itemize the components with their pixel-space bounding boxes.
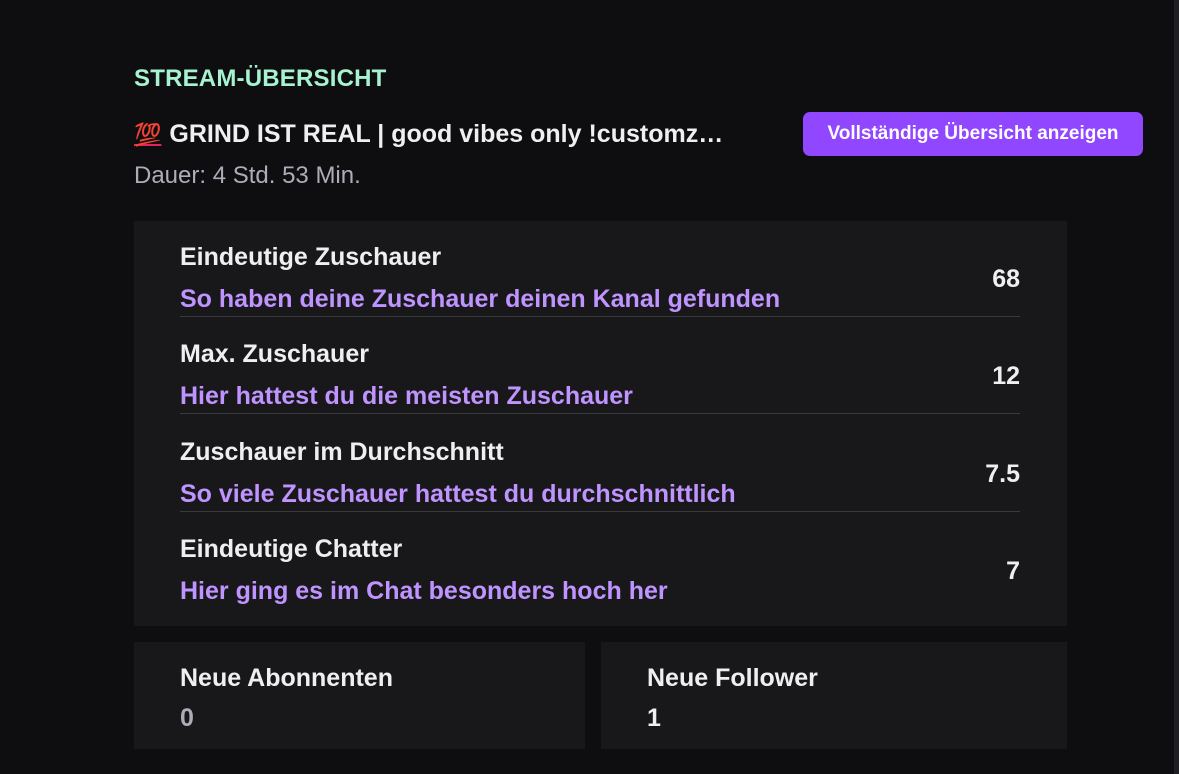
new-followers-label: Neue Follower (647, 664, 818, 692)
section-label: STREAM-ÜBERSICHT (134, 65, 387, 92)
divider (180, 316, 1020, 317)
title-row: 💯 GRIND IST REAL | good vibes only !custo… (134, 112, 1144, 156)
stat-row-average-viewers: Zuschauer im Durchschnitt So viele Zusch… (180, 416, 1020, 512)
stat-link[interactable]: Hier hattest du die meisten Zuschauer (180, 382, 633, 411)
full-overview-button[interactable]: Vollständige Übersicht anzeigen (803, 112, 1143, 156)
stream-duration: Dauer: 4 Std. 53 Min. (134, 162, 361, 189)
stat-name: Eindeutige Chatter (180, 535, 403, 563)
stat-name: Eindeutige Zuschauer (180, 243, 442, 271)
new-subscribers-label: Neue Abonnenten (180, 664, 393, 692)
stat-value: 7.5 (985, 460, 1020, 488)
stat-name: Zuschauer im Durchschnitt (180, 438, 504, 466)
divider (180, 413, 1020, 414)
stat-row-max-viewers: Max. Zuschauer Hier hattest du die meist… (180, 318, 1020, 414)
stat-name: Max. Zuschauer (180, 340, 369, 368)
divider (180, 511, 1020, 512)
new-subscribers-card: Neue Abonnenten 0 (134, 642, 585, 749)
hundred-points-icon: 💯 (134, 121, 162, 147)
stat-row-unique-viewers: Eindeutige Zuschauer So haben deine Zusc… (180, 221, 1020, 317)
scrollbar-edge (1174, 0, 1179, 774)
stat-link[interactable]: So haben deine Zuschauer deinen Kanal ge… (180, 285, 780, 314)
stats-card: Eindeutige Zuschauer So haben deine Zusc… (134, 221, 1067, 626)
stream-summary-header: STREAM-ÜBERSICHT 💯 GRIND IST REAL | good … (134, 64, 1144, 190)
new-subscribers-value: 0 (180, 704, 194, 732)
stat-value: 68 (992, 265, 1020, 293)
stat-value: 12 (992, 362, 1020, 390)
stream-title-text: GRIND IST REAL | good vibes only !custom… (169, 119, 724, 148)
new-followers-card: Neue Follower 1 (601, 642, 1067, 749)
new-followers-value: 1 (647, 704, 661, 732)
stat-value: 7 (1006, 557, 1020, 585)
stream-title: 💯 GRIND IST REAL | good vibes only !custo… (134, 120, 723, 149)
stat-link[interactable]: So viele Zuschauer hattest du durchschni… (180, 480, 736, 509)
stat-link[interactable]: Hier ging es im Chat besonders hoch her (180, 577, 668, 606)
stat-row-unique-chatters: Eindeutige Chatter Hier ging es im Chat … (180, 513, 1020, 609)
